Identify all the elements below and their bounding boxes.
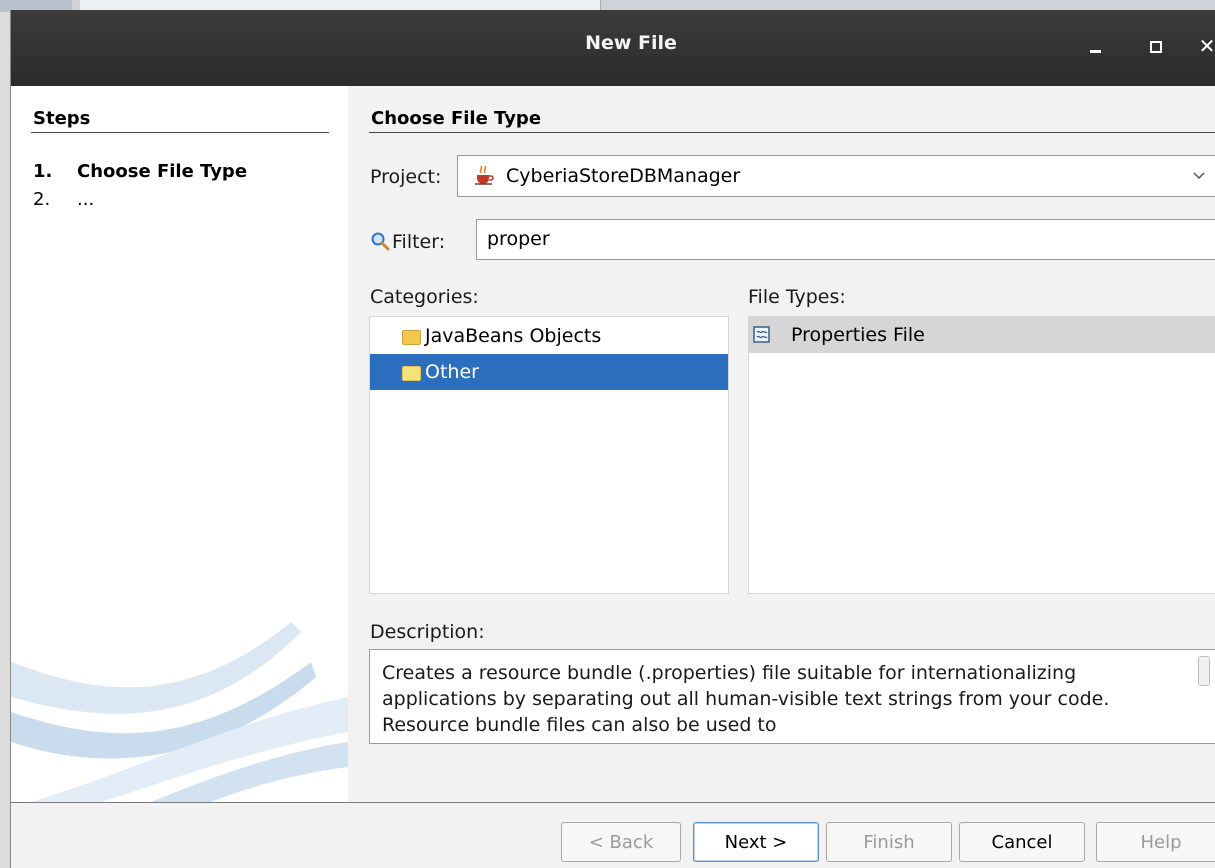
title-bar[interactable]: New File ✕ bbox=[11, 10, 1215, 86]
chevron-down-icon[interactable] bbox=[1192, 169, 1206, 183]
back-button[interactable]: < Back bbox=[561, 822, 681, 862]
categories-list[interactable]: JavaBeans Objects Other bbox=[369, 316, 729, 594]
cancel-button[interactable]: Cancel bbox=[959, 822, 1085, 862]
steps-heading: Steps bbox=[33, 108, 91, 129]
project-label: Project: bbox=[370, 166, 442, 188]
description-text: Creates a resource bundle (.properties) … bbox=[382, 662, 1110, 736]
file-types-label: File Types: bbox=[748, 286, 846, 308]
filter-input[interactable]: proper bbox=[476, 219, 1215, 260]
close-button[interactable]: ✕ bbox=[1195, 34, 1215, 58]
categories-label: Categories: bbox=[370, 286, 479, 308]
next-button[interactable]: Next > bbox=[693, 822, 819, 862]
decorative-swoosh-graphic bbox=[11, 622, 348, 802]
category-item-other[interactable]: Other bbox=[370, 354, 728, 390]
description-box[interactable]: Creates a resource bundle (.properties) … bbox=[369, 649, 1215, 744]
java-cup-icon bbox=[475, 165, 494, 185]
folder-icon bbox=[402, 330, 421, 345]
minimize-button[interactable] bbox=[1084, 34, 1108, 58]
new-file-dialog: New File ✕ Steps 1. Choose File Type 2...… bbox=[10, 10, 1215, 868]
finish-button[interactable]: Finish bbox=[826, 822, 952, 862]
main-panel: Choose File Type Project: CyberiaStoreDB… bbox=[348, 86, 1215, 802]
description-scrollbar[interactable] bbox=[1198, 656, 1210, 686]
steps-panel: Steps 1. Choose File Type 2.... bbox=[11, 86, 348, 802]
file-type-item-properties[interactable]: Properties File bbox=[749, 317, 1215, 353]
step-1: 1. Choose File Type bbox=[33, 161, 248, 182]
step-2: 2.... bbox=[33, 189, 95, 210]
project-value: CyberiaStoreDBManager bbox=[506, 165, 741, 187]
main-divider bbox=[369, 132, 1215, 133]
project-combobox[interactable]: CyberiaStoreDBManager bbox=[457, 155, 1215, 197]
folder-icon bbox=[402, 366, 421, 381]
category-item-javabeans[interactable]: JavaBeans Objects bbox=[370, 318, 728, 354]
main-heading: Choose File Type bbox=[371, 108, 542, 129]
dialog-title: New File bbox=[585, 32, 677, 54]
help-button[interactable]: Help bbox=[1096, 822, 1215, 862]
search-icon bbox=[371, 232, 390, 251]
file-types-list[interactable]: Properties File bbox=[748, 316, 1215, 594]
properties-file-icon bbox=[753, 326, 770, 343]
footer-divider bbox=[11, 802, 1215, 803]
maximize-button[interactable] bbox=[1144, 34, 1168, 58]
description-label: Description: bbox=[370, 621, 485, 643]
steps-divider bbox=[31, 132, 329, 133]
filter-label: Filter: bbox=[392, 231, 446, 253]
